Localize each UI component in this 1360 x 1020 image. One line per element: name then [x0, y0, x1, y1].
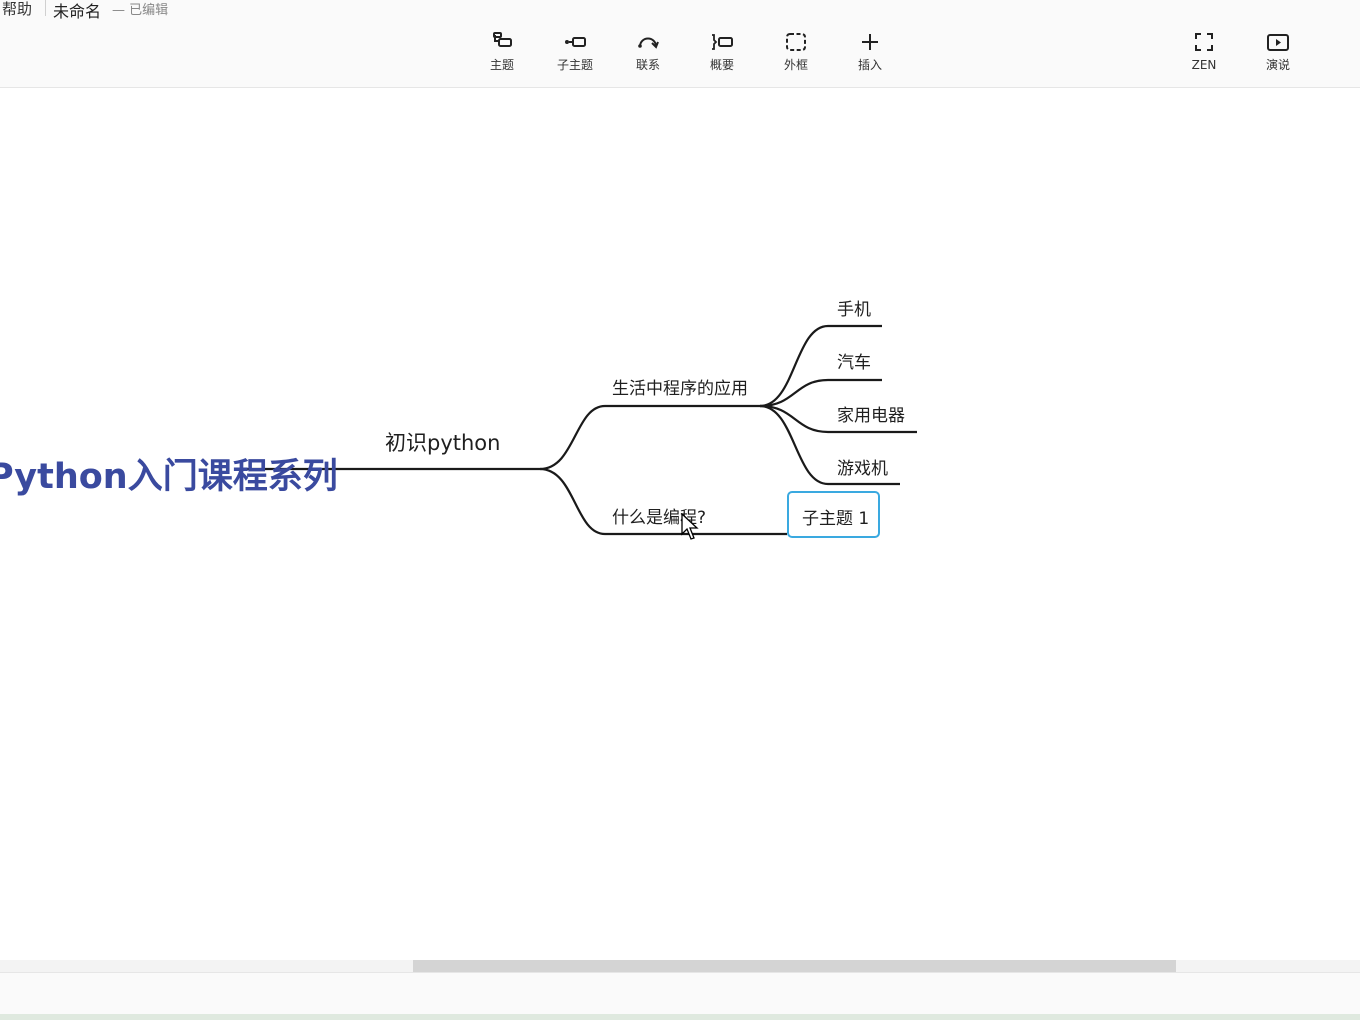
subtopic-icon: [565, 37, 586, 47]
insert-button[interactable]: 插入: [838, 30, 902, 80]
relationship-icon: [638, 37, 659, 49]
subtopic-applications[interactable]: 生活中程序的应用: [612, 374, 748, 399]
fullscreen-icon: [1195, 33, 1213, 51]
relationship-label: 联系: [635, 58, 660, 72]
main-topic[interactable]: 初识python: [385, 427, 500, 457]
boundary-label: 外框: [783, 58, 808, 72]
mindmap-canvas[interactable]: Python入门课程系列 初识python 生活中程序的应用 什么是编程? 手机…: [0, 88, 1360, 960]
horizontal-scrollbar-thumb[interactable]: [413, 960, 1176, 972]
leaf-subtopic-1[interactable]: 子主题 1: [802, 504, 869, 529]
bottom-status-bar: [0, 972, 1360, 1014]
pitch-label: 演说: [1265, 58, 1290, 72]
help-menu[interactable]: 帮助: [2, 0, 32, 19]
summary-button[interactable]: 概要: [690, 30, 754, 80]
insert-label: 插入: [857, 58, 882, 72]
pitch-mode-button[interactable]: 演说: [1246, 30, 1310, 80]
topic-icon: [493, 32, 512, 47]
summary-brace-icon: [712, 34, 733, 50]
leaf-car[interactable]: 汽车: [837, 348, 871, 373]
plus-icon: [862, 34, 878, 50]
document-name[interactable]: 未命名: [53, 0, 101, 22]
subtopic-label: 子主题: [556, 58, 593, 72]
leaf-game-console[interactable]: 游戏机: [837, 454, 888, 479]
boundary-button[interactable]: 外框: [764, 30, 828, 80]
title-separator: [45, 0, 46, 16]
zen-mode-button[interactable]: ZEN: [1172, 30, 1236, 80]
zen-label: ZEN: [1191, 58, 1217, 72]
play-presentation-icon: [1267, 34, 1289, 51]
leaf-phone[interactable]: 手机: [837, 295, 871, 320]
boundary-icon: [786, 33, 806, 51]
top-toolbar: 帮助 未命名 — 已编辑 主题 子主题 联系 概要 外框 插入 ZEN 演说: [0, 0, 1360, 88]
topic-button[interactable]: 主题: [470, 30, 534, 80]
central-topic[interactable]: Python入门课程系列: [0, 448, 338, 499]
summary-label: 概要: [709, 58, 734, 72]
topic-label: 主题: [489, 58, 514, 72]
leaf-home-appliance[interactable]: 家用电器: [837, 401, 905, 426]
subtopic-button[interactable]: 子主题: [543, 30, 607, 80]
mouse-pointer-icon: [681, 513, 699, 540]
bottom-edge-strip: [0, 1014, 1360, 1020]
relationship-button[interactable]: 联系: [616, 30, 680, 80]
document-status: — 已编辑: [112, 3, 169, 18]
connector-main-sub1: [539, 404, 760, 471]
